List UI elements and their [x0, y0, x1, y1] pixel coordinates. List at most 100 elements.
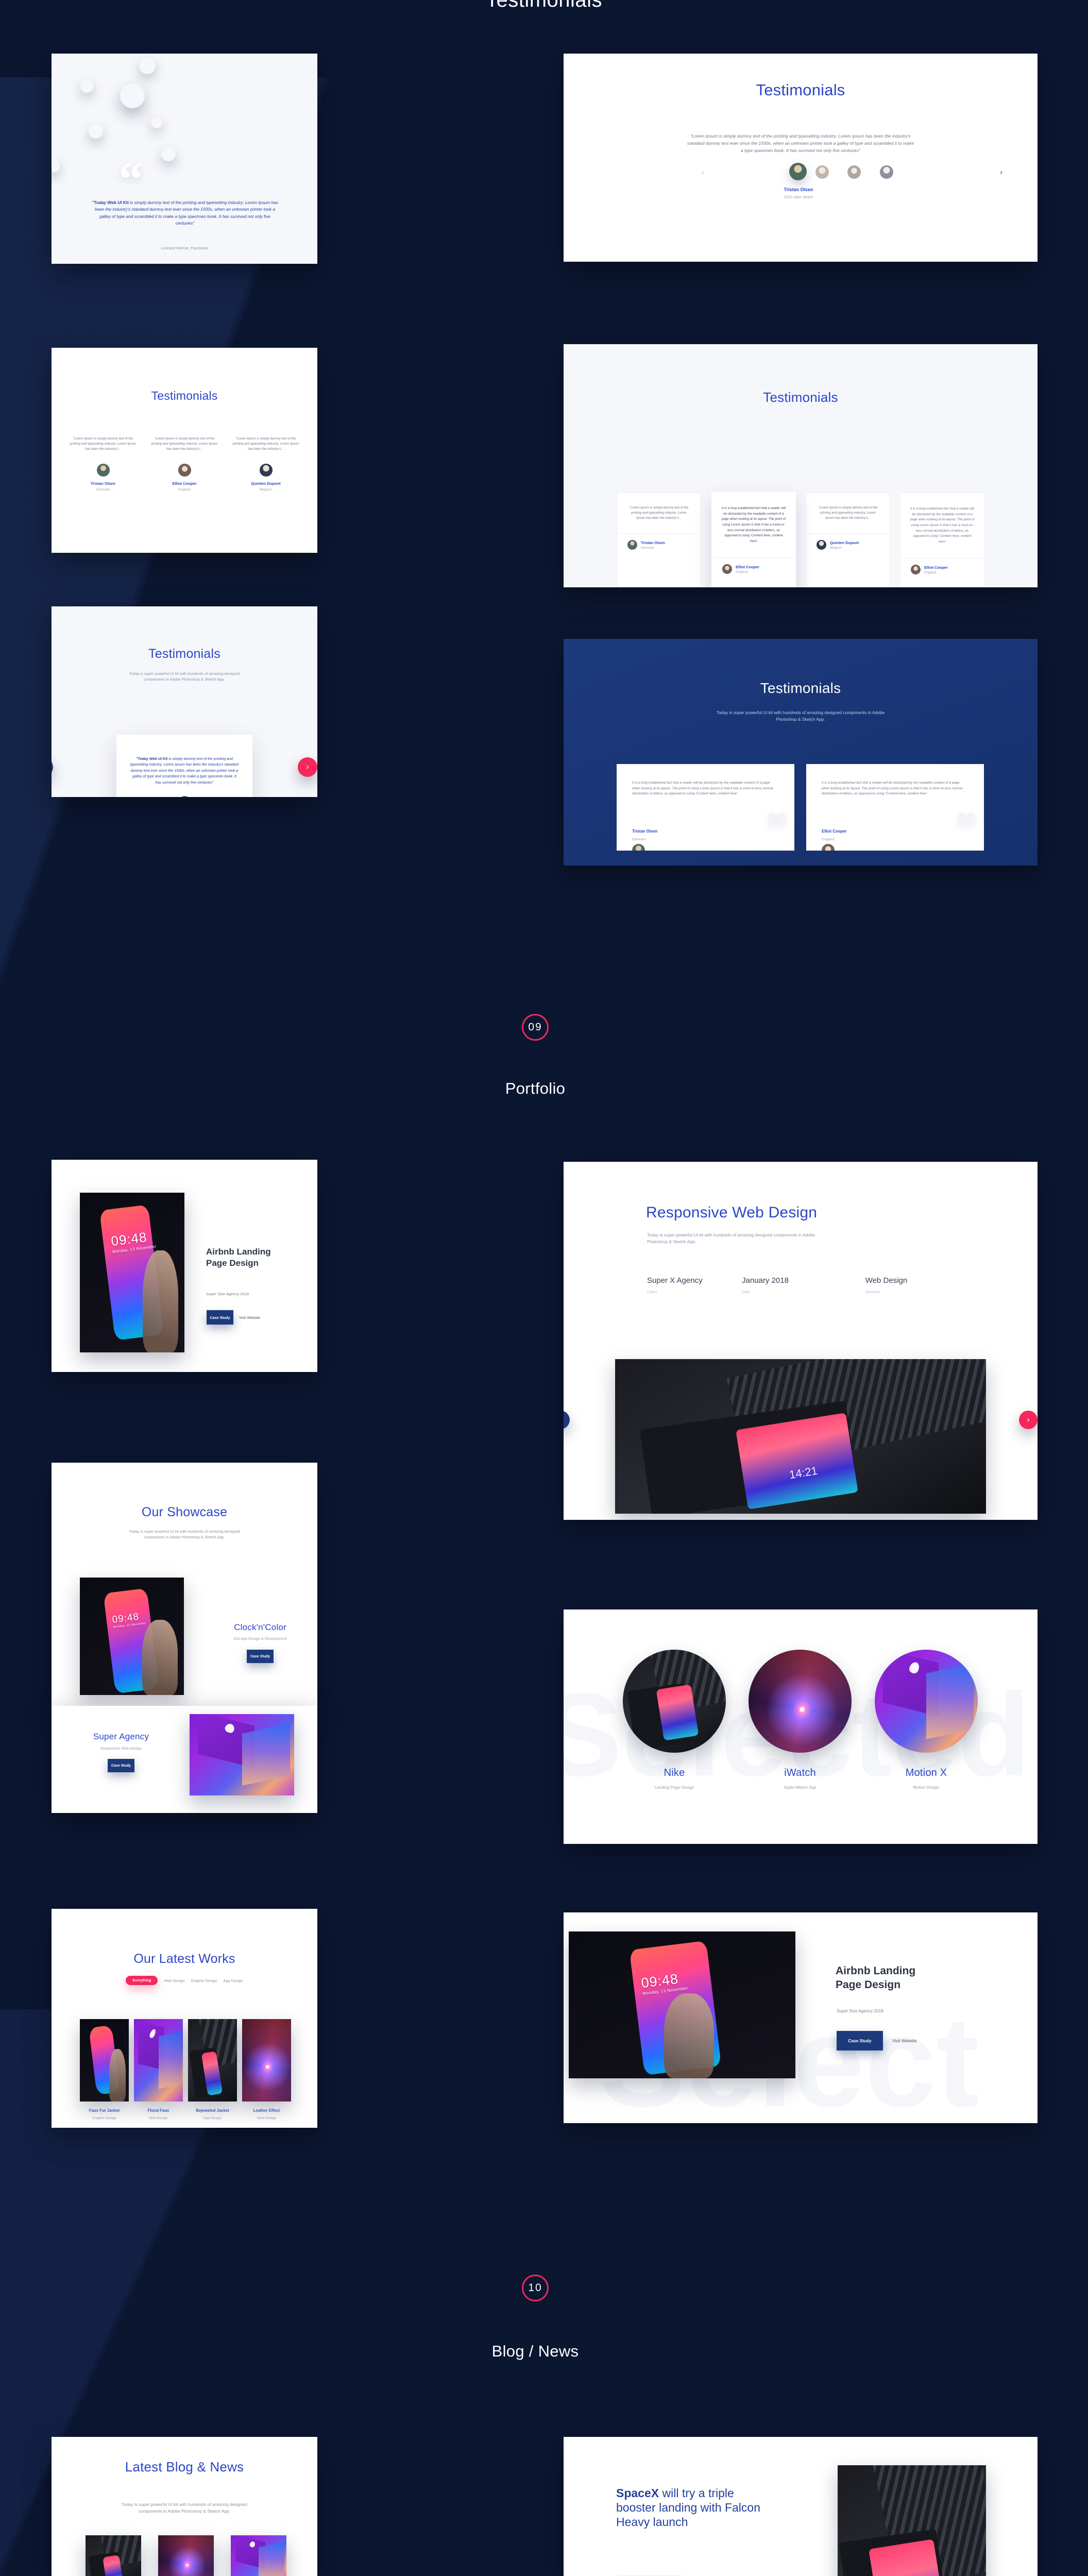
- testimonial-tile[interactable]: "Lorem Ipsum is simply dummy text of the…: [806, 493, 890, 587]
- work-sub: Graphic Design: [92, 2116, 116, 2120]
- circle-name: Motion X: [905, 1767, 947, 1778]
- testimonial-tile[interactable]: It is a long established fact that a rea…: [900, 493, 984, 587]
- avatar: [178, 796, 191, 797]
- circle-photo-iwatch[interactable]: [749, 1650, 852, 1753]
- prev-button[interactable]: ‹: [564, 1411, 570, 1429]
- phone-photo: 09:48 Monday, 13 November: [80, 1578, 184, 1695]
- hand: [142, 1620, 178, 1695]
- tile-person-row: Tristan Olsen Denmark: [617, 533, 701, 556]
- circle-name: Nike: [664, 1767, 685, 1778]
- work-item[interactable]: Bejeweled Jacket App Design: [188, 2019, 237, 2120]
- section-title-blog: Blog / News: [491, 2342, 579, 2360]
- testimonial-quote: It is a long established fact that a rea…: [721, 506, 786, 543]
- person-country: Denmark: [641, 546, 654, 550]
- next-arrow-icon: ›: [306, 762, 309, 771]
- testimonial-panel: ” It is a long established fact that a r…: [806, 764, 984, 851]
- avatar: [151, 117, 162, 128]
- avatar-thumb[interactable]: [815, 165, 829, 179]
- avatar-thumb[interactable]: [847, 165, 861, 179]
- circle-photo-nike[interactable]: [623, 1650, 726, 1753]
- section-heading: Our Showcase: [141, 1505, 228, 1519]
- watermark-text: Fe: [609, 2545, 759, 2576]
- next-arrow-icon[interactable]: ›: [1000, 168, 1002, 177]
- device-screen: [656, 1684, 699, 1741]
- filter-app-design[interactable]: App Design: [224, 1978, 243, 1983]
- quote-mark-icon: “: [118, 151, 143, 207]
- avatar: [822, 844, 835, 851]
- tile-person-row: Elliot Cooper England: [900, 558, 984, 581]
- circle-sub: Landing Page Design: [654, 1785, 694, 1790]
- testimonial-tile-active[interactable]: It is a long established fact that a rea…: [711, 492, 796, 587]
- avatar-thumb-active[interactable]: [789, 163, 807, 180]
- section-heading: Testimonials: [763, 389, 838, 405]
- section-heading: Testimonials: [151, 389, 218, 402]
- tile-person: Elliot Cooper England: [924, 565, 948, 574]
- blog-thumb[interactable]: [86, 2535, 141, 2576]
- tile-person-row: Elliot Cooper England: [712, 557, 795, 580]
- work-item[interactable]: Leather Effect Web Design: [242, 2019, 291, 2120]
- testimonial-attribution: Leonard Werner, Facebook: [161, 246, 208, 250]
- meta-value: Web Design: [865, 1276, 908, 1285]
- filter-graphic-design[interactable]: Graphic Design: [191, 1978, 217, 1983]
- filter-web-design[interactable]: Web Design: [164, 1978, 184, 1983]
- avatar: [52, 159, 60, 173]
- quote-mark-icon: ”: [766, 803, 787, 850]
- avatar: [722, 564, 732, 574]
- portfolio-subtitle: Today is super powerful UI kit with hund…: [647, 1232, 815, 1245]
- section-number: 10: [528, 2282, 542, 2294]
- testimonial-quote: It is a long established fact that a rea…: [632, 781, 773, 796]
- person-country: England: [736, 570, 748, 574]
- case-study-button[interactable]: Case Study: [108, 1759, 134, 1772]
- portfolio-title-line1: Airbnb Landing: [206, 1247, 271, 1257]
- meta-value: January 2018: [742, 1276, 789, 1285]
- portfolio-title: Airbnb Landing Page Design: [206, 1246, 309, 1269]
- person-country: Denmark: [632, 838, 646, 841]
- meta-label: Date: [742, 1290, 751, 1294]
- prev-arrow-icon[interactable]: ‹: [702, 168, 704, 177]
- testimonial-card-three-columns: Testimonials "Lorem Ipsum is simply dumm…: [52, 348, 317, 553]
- testimonial-quote: "Lorem Ipsum is simply dummy text of the…: [232, 437, 299, 451]
- portfolio-title-line1: Airbnb Landing: [836, 1965, 916, 1977]
- avatar: [89, 124, 103, 139]
- next-button[interactable]: ›: [298, 757, 317, 777]
- work-item[interactable]: Floral Faux Web Design: [134, 2019, 183, 2120]
- testimonial-column: "Lorem Ipsum is simply dummy text of the…: [70, 436, 137, 492]
- person-country: England: [924, 570, 937, 574]
- testimonial-column: "Lorem Ipsum is simply dummy text of the…: [151, 436, 218, 492]
- blog-thumb[interactable]: [231, 2535, 286, 2576]
- testimonial-quote: It is a long established fact that a rea…: [822, 781, 963, 796]
- apple-logo-icon: [248, 2540, 256, 2548]
- case-study-button[interactable]: Case Study: [247, 1650, 274, 1663]
- work-sub: App Design: [203, 2116, 222, 2120]
- circle-sub: Motion Design: [913, 1785, 940, 1790]
- filter-bar: Everything Web Design Graphic Design App…: [52, 1976, 317, 1985]
- filter-everything[interactable]: Everything: [126, 1976, 158, 1985]
- work-name: Faux Fur Jacket: [89, 2108, 120, 2113]
- portfolio-card-airbnb-wide: Select 09:48 Monday, 13 November Airbnb …: [564, 1912, 1038, 2123]
- portfolio-meta: Super Size Agency 2018: [837, 2008, 883, 2013]
- person-name: Tristan Olsen: [632, 829, 658, 834]
- person-name: Elliot Cooper: [822, 829, 847, 834]
- testimonial-tile[interactable]: "Lorem Ipsum is simply dummy text of the…: [617, 493, 701, 587]
- work-item[interactable]: Faux Fur Jacket Graphic Design: [80, 2019, 129, 2120]
- visit-website-link[interactable]: Visit Website: [239, 1315, 260, 1320]
- testimonial-panel: ” It is a long established fact that a r…: [617, 764, 794, 851]
- quote-bold-lead: "Today Web UI Kit: [136, 757, 168, 761]
- avatar-thumb[interactable]: [880, 165, 893, 179]
- blog-thumb-row: [86, 2535, 286, 2576]
- page-root: Testimonials “ "Today Web UI Kit is simp…: [0, 0, 1088, 2576]
- case-study-button[interactable]: Case Study: [837, 2031, 883, 2050]
- prev-button[interactable]: ‹: [52, 757, 53, 777]
- hand: [109, 2048, 126, 2102]
- section-heading: Latest Blog & News: [125, 2459, 244, 2475]
- case-study-button[interactable]: Case Study: [207, 1310, 233, 1325]
- next-button[interactable]: ›: [1019, 1411, 1038, 1429]
- quote-mark-icon: ”: [956, 803, 977, 850]
- testimonial-quote: It is a long established fact that a rea…: [910, 507, 975, 544]
- circle-photo-motionx[interactable]: [875, 1650, 978, 1753]
- circle-name: iWatch: [784, 1767, 816, 1778]
- blog-thumb[interactable]: [158, 2535, 214, 2576]
- testimonial-quote: "Lorem Ipsum is simply dummy text of the…: [687, 133, 914, 153]
- person-name: Tristan Olsen: [784, 187, 813, 192]
- visit-website-link[interactable]: Visit Website: [892, 2038, 917, 2043]
